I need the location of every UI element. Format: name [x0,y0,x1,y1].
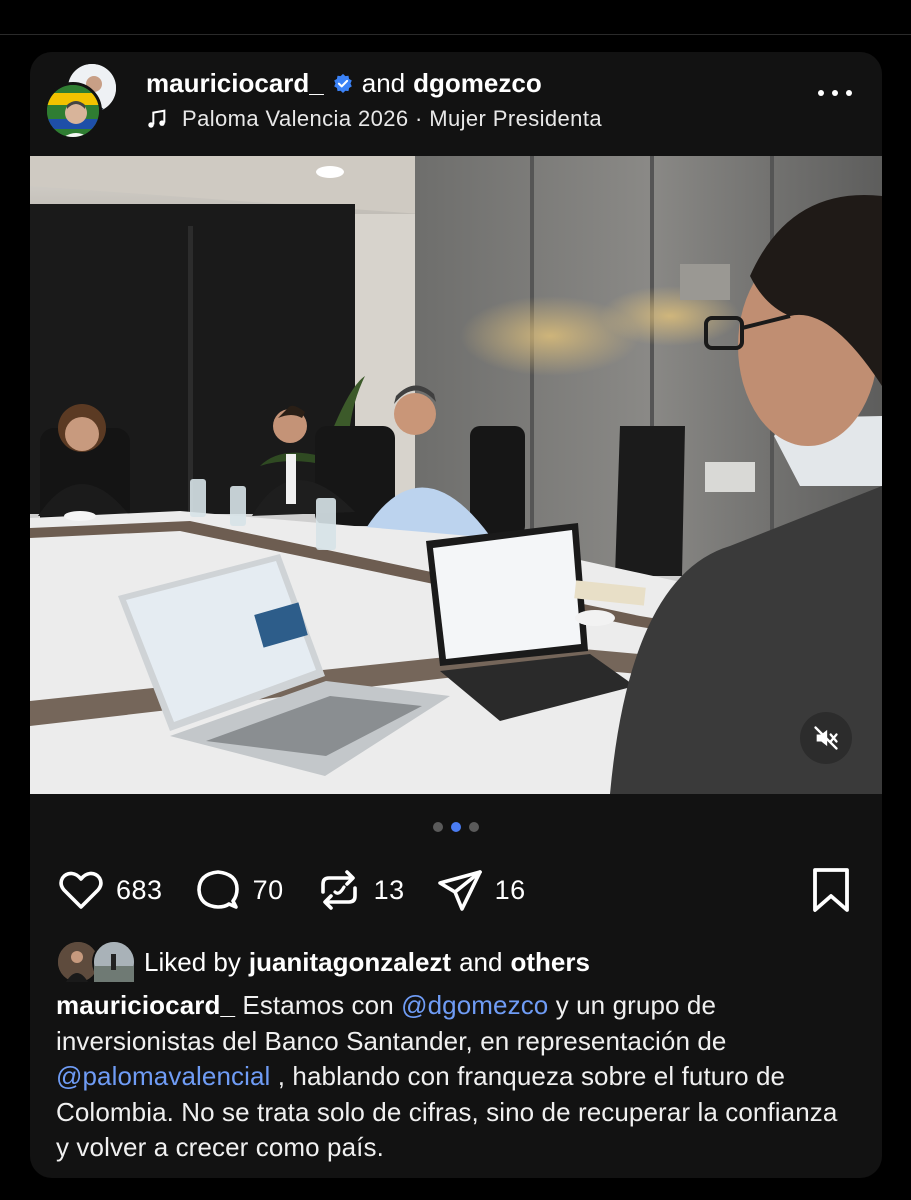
caption-mention[interactable]: @dgomezco [401,990,548,1020]
author-avatars[interactable] [44,62,118,140]
verified-icon [333,73,352,93]
share-icon [437,870,482,911]
liked-by-avatars [56,940,136,984]
caption-text: Estamos con [242,990,394,1020]
music-attribution[interactable]: Paloma Valencia 2026 · Mujer Presidenta [146,106,602,132]
like-button[interactable]: 683 [56,865,163,915]
bookmark-icon[interactable] [806,865,856,915]
liked-by-connector: and [459,946,503,977]
caption-username[interactable]: mauriciocard_ [56,990,235,1020]
avatar-primary[interactable] [44,82,102,140]
post-caption: mauriciocard_ Estamos con @dgomezco y un… [56,988,856,1166]
heart-icon [59,871,103,909]
carousel-dot-active[interactable] [451,822,461,832]
author-primary[interactable]: mauriciocard_ [146,68,324,99]
comment-icon [196,870,239,909]
action-bar: 683 70 13 16 [56,862,856,918]
liked-by-others[interactable]: others [510,947,589,978]
mute-icon[interactable] [800,712,852,764]
liked-by-user[interactable]: juanitagonzalezt [249,947,451,978]
author-secondary[interactable]: dgomezco [413,68,542,99]
caption-mention[interactable]: @palomavalencial [56,1061,270,1091]
avatar [92,940,136,984]
post-photo[interactable] [30,156,882,794]
share-button[interactable]: 16 [435,865,526,915]
post-card: mauriciocard_ and dgomezco Paloma Valenc… [30,52,882,1178]
carousel-dot[interactable] [469,822,479,832]
music-note-icon [148,109,166,128]
carousel-dot[interactable] [433,822,443,832]
top-divider [0,34,911,35]
author-line: mauriciocard_ and dgomezco [146,68,542,99]
liked-by-prefix: Liked by [144,946,241,977]
repost-icon [320,870,357,910]
comment-button[interactable]: 70 [193,865,284,915]
music-label: Paloma Valencia 2026 · Mujer Presidenta [182,106,602,131]
liked-by-row[interactable]: Liked by juanitagonzalezt and others [56,940,598,984]
share-count: 16 [494,874,526,905]
comment-count: 70 [252,874,284,905]
repost-count: 13 [373,874,405,905]
carousel-indicator [30,822,882,832]
post-header: mauriciocard_ and dgomezco Paloma Valenc… [30,52,882,156]
repost-button[interactable]: 13 [314,865,405,915]
more-icon[interactable] [818,88,852,98]
like-count: 683 [116,874,163,905]
author-connector: and [361,68,406,98]
